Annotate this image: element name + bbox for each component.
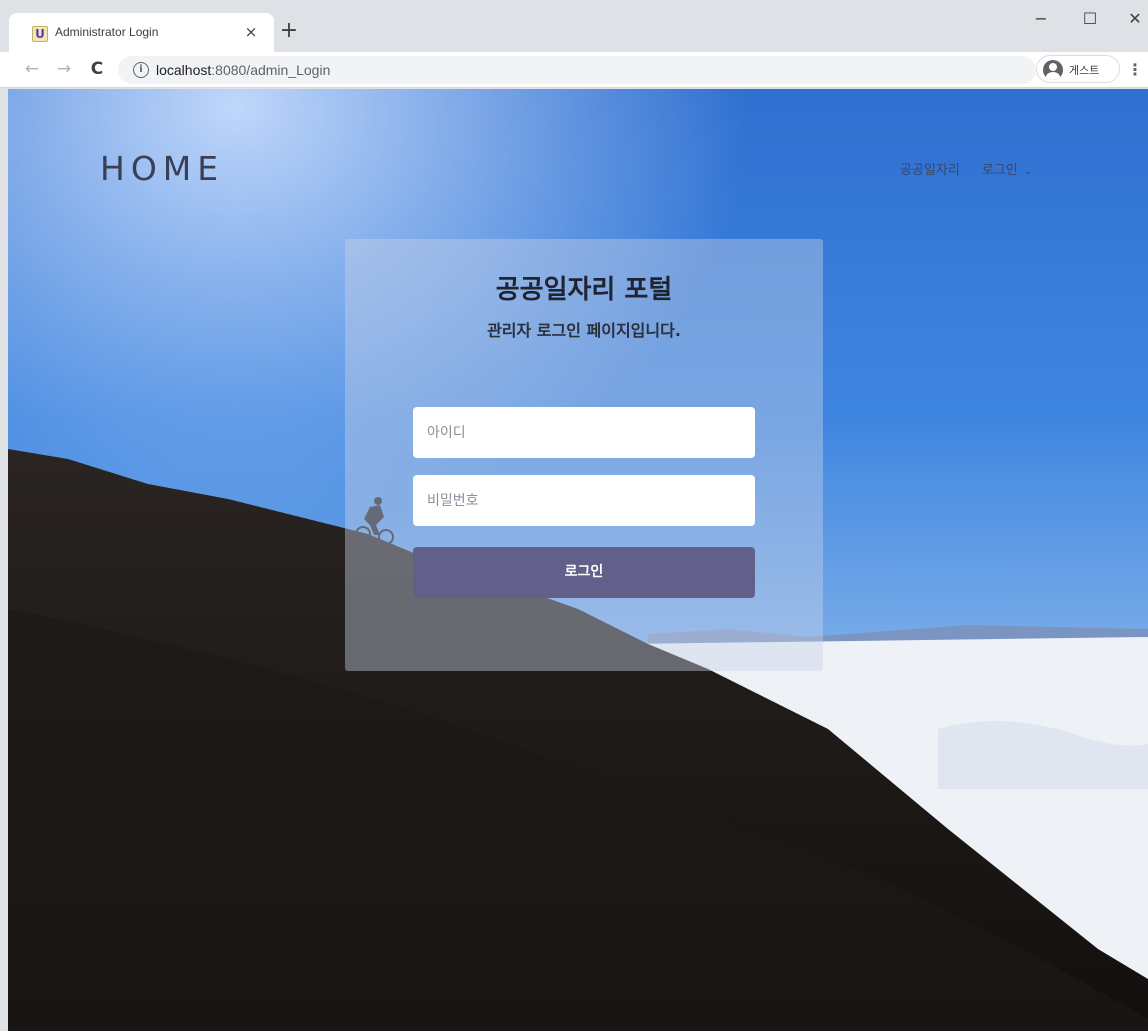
account-icon xyxy=(1043,60,1063,80)
panel-title: 공공일자리 포털 xyxy=(495,275,673,305)
id-input[interactable] xyxy=(413,407,755,458)
profile-label: 게스트 xyxy=(1069,64,1100,77)
window-minimize-button[interactable]: − xyxy=(1018,6,1064,32)
url-path: :8080/admin_Login xyxy=(211,62,331,78)
site-brand[interactable]: HOME xyxy=(100,149,224,188)
info-icon[interactable]: i xyxy=(133,62,149,78)
tab-title: Administrator Login xyxy=(55,25,159,39)
favicon-icon: U xyxy=(32,26,48,42)
address-bar[interactable]: i localhost:8080/admin_Login xyxy=(118,56,1036,84)
browser-toolbar: ← → C i localhost:8080/admin_Login 게스트 ⋮ xyxy=(0,52,1148,88)
new-tab-button[interactable]: + xyxy=(278,20,300,42)
tab-close-icon[interactable]: × xyxy=(241,22,261,42)
window-close-button[interactable]: ✕ xyxy=(1112,6,1148,32)
panel-subtitle: 관리자 로그인 페이지입니다. xyxy=(487,321,681,340)
browser-tabstrip: U Administrator Login × + − ☐ ✕ xyxy=(0,0,1148,52)
forward-arrow-icon[interactable]: → xyxy=(51,56,77,82)
nav-item-login[interactable]: 로그인 ⌄ xyxy=(982,159,1032,178)
back-arrow-icon[interactable]: ← xyxy=(19,56,45,82)
url-text[interactable]: localhost:8080/admin_Login xyxy=(156,62,330,78)
login-panel: 공공일자리 포털 관리자 로그인 페이지입니다. 로그인 xyxy=(345,239,823,671)
page-viewport: HOME 공공일자리 로그인 ⌄ 공공일자리 포털 관리자 로그인 페이지입니다.… xyxy=(8,89,1148,1031)
login-button[interactable]: 로그인 xyxy=(413,547,755,598)
chevron-down-icon: ⌄ xyxy=(1023,166,1033,177)
more-menu-icon[interactable]: ⋮ xyxy=(1126,58,1144,82)
top-nav: 공공일자리 로그인 ⌄ xyxy=(900,159,1032,178)
reload-icon[interactable]: C xyxy=(84,56,110,82)
browser-tab[interactable]: U Administrator Login × xyxy=(9,13,274,52)
profile-button[interactable]: 게스트 xyxy=(1036,55,1120,83)
url-host: localhost xyxy=(156,62,212,78)
password-input[interactable] xyxy=(413,475,755,526)
nav-login-label: 로그인 xyxy=(981,163,1018,178)
nav-item-public-jobs[interactable]: 공공일자리 xyxy=(900,159,960,178)
window-maximize-button[interactable]: ☐ xyxy=(1067,6,1113,32)
